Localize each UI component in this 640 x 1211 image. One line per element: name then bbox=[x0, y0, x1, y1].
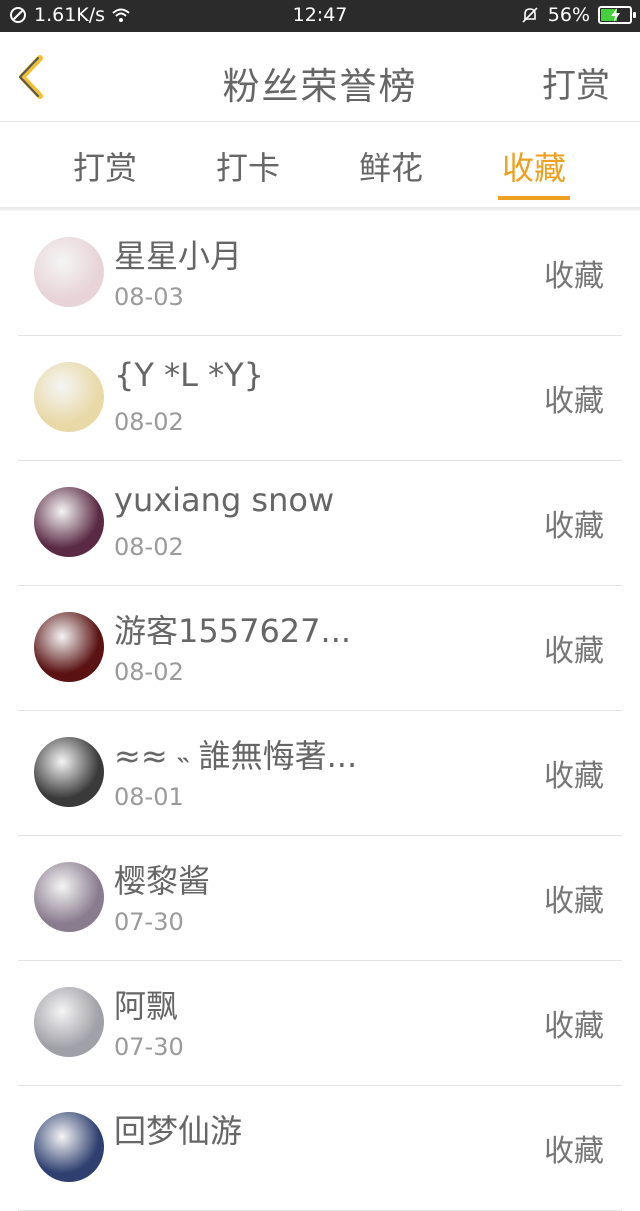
tab-reward[interactable]: 打赏 bbox=[50, 143, 160, 189]
status-bar: 1.61K/s 12:47 56% bbox=[0, 0, 640, 32]
tab-favorites[interactable]: 收藏 bbox=[479, 143, 589, 189]
user-name: yuxiang snow bbox=[114, 481, 335, 519]
list-item[interactable]: 星星小月 08-03 收藏 bbox=[18, 211, 622, 336]
header: 粉丝荣誉榜 打赏 bbox=[0, 32, 640, 122]
list-item[interactable]: ≈≈ ˵ 誰無悔著... 08-01 收藏 bbox=[18, 711, 622, 836]
list-item[interactable]: yuxiang snow 08-02 收藏 bbox=[18, 461, 622, 586]
list-item[interactable]: 游客1557627... 08-02 收藏 bbox=[18, 586, 622, 711]
user-name: ≈≈ ˵ 誰無悔著... bbox=[114, 737, 358, 775]
avatar bbox=[34, 862, 104, 932]
user-name: {Y *L *Y} bbox=[114, 356, 264, 394]
list-item[interactable]: 回梦仙游 收藏 bbox=[18, 1086, 622, 1211]
user-name: 游客1557627... bbox=[114, 612, 352, 650]
user-name: 回梦仙游 bbox=[114, 1112, 243, 1150]
user-name: 阿飘 bbox=[114, 987, 179, 1025]
tab-flowers[interactable]: 鲜花 bbox=[336, 143, 446, 189]
favorite-label: 收藏 bbox=[544, 634, 604, 669]
list-item[interactable]: 樱黎酱 07-30 收藏 bbox=[18, 836, 622, 961]
reward-button[interactable]: 打赏 bbox=[542, 58, 610, 107]
battery-icon bbox=[598, 6, 636, 24]
avatar bbox=[34, 237, 104, 307]
date: 08-01 bbox=[114, 783, 184, 811]
list-item[interactable]: 阿飘 07-30 收藏 bbox=[18, 961, 622, 1086]
avatar bbox=[34, 362, 104, 432]
favorite-label: 收藏 bbox=[544, 509, 604, 544]
date: 07-30 bbox=[114, 908, 184, 936]
active-tab-indicator bbox=[498, 196, 570, 200]
favorite-label: 收藏 bbox=[544, 884, 604, 919]
mute-bell-icon bbox=[522, 7, 538, 23]
avatar bbox=[34, 612, 104, 682]
date: 08-02 bbox=[114, 408, 184, 436]
avatar bbox=[34, 1112, 104, 1182]
fan-list: 星星小月 08-03 收藏 {Y *L *Y} 08-02 收藏 yuxiang… bbox=[0, 211, 640, 1211]
charging-icon bbox=[611, 8, 620, 22]
date: 08-02 bbox=[114, 533, 184, 561]
favorite-label: 收藏 bbox=[544, 1134, 604, 1169]
list-item[interactable]: {Y *L *Y} 08-02 收藏 bbox=[18, 336, 622, 461]
favorite-label: 收藏 bbox=[544, 1009, 604, 1044]
favorite-label: 收藏 bbox=[544, 759, 604, 794]
avatar bbox=[34, 987, 104, 1057]
date: 08-03 bbox=[114, 283, 184, 311]
date: 08-02 bbox=[114, 658, 184, 686]
favorite-label: 收藏 bbox=[544, 384, 604, 419]
avatar bbox=[34, 737, 104, 807]
user-name: 樱黎酱 bbox=[114, 862, 211, 900]
favorite-label: 收藏 bbox=[544, 259, 604, 294]
status-right: 56% bbox=[520, 4, 636, 26]
tab-bar: 打赏 打卡 鲜花 收藏 bbox=[0, 123, 640, 207]
user-name: 星星小月 bbox=[114, 237, 243, 275]
date: 07-30 bbox=[114, 1033, 184, 1061]
avatar bbox=[34, 487, 104, 557]
tab-checkin[interactable]: 打卡 bbox=[193, 143, 303, 189]
battery-percent: 56% bbox=[547, 4, 590, 26]
